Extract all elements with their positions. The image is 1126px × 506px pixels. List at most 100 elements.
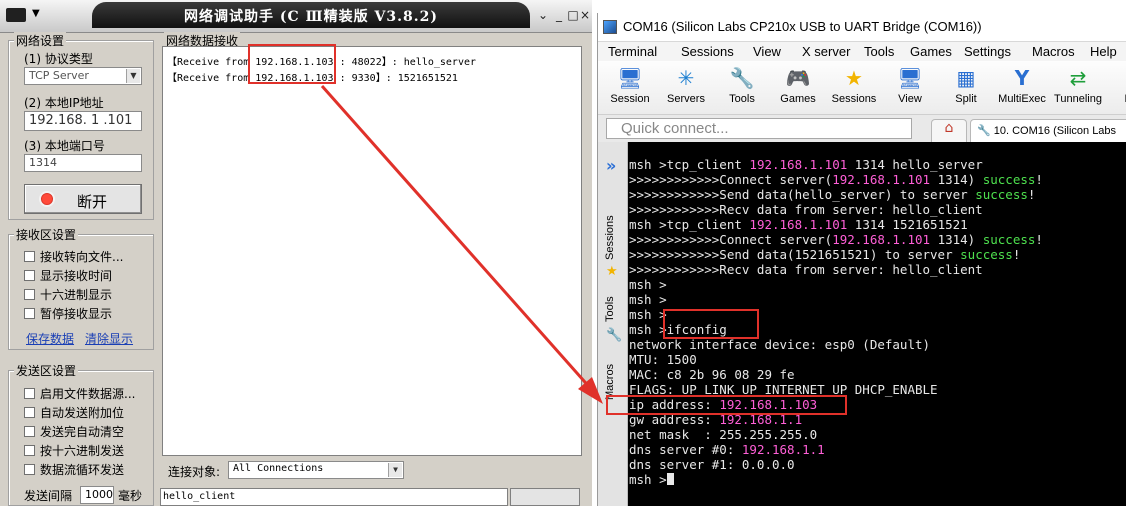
toolbar-games-button[interactable]: 🎮 Games: [769, 65, 827, 105]
local-port-field[interactable]: 1314: [24, 154, 142, 172]
terminal-line: MTU: 1500: [629, 352, 1126, 367]
menu-games[interactable]: Games: [910, 44, 952, 59]
view-icon: 🖥: [897, 66, 923, 90]
terminal-text: msh >: [629, 277, 667, 292]
receive-option-show-time[interactable]: 显示接收时间: [24, 267, 112, 284]
menu-settings[interactable]: Settings: [964, 44, 1011, 59]
menu-bar: Terminal Sessions View X server Tools Ga…: [598, 41, 1126, 61]
disconnect-button[interactable]: 断开: [24, 184, 142, 214]
side-tab-sessions[interactable]: Sessions: [604, 215, 616, 260]
clear-display-link[interactable]: 清除显示: [85, 330, 133, 347]
option-label: 自动发送附加位: [40, 406, 125, 420]
menu-x-server[interactable]: X server: [802, 44, 850, 59]
toolbar-label: Games: [780, 93, 816, 105]
packages-icon: ▣: [1121, 65, 1126, 91]
tools-icon: 🔧: [606, 328, 623, 343]
menu-tools[interactable]: Tools: [864, 44, 894, 59]
menu-help[interactable]: Help: [1090, 44, 1117, 59]
receive-option-pause[interactable]: 暂停接收显示: [24, 305, 112, 322]
highlight-ifconfig: [663, 309, 759, 339]
chevron-down-icon[interactable]: ▼: [388, 463, 402, 477]
local-ip-label: (2) 本地IP地址: [24, 96, 104, 110]
tab-com16[interactable]: 🔧 10. COM16 (Silicon Labs: [970, 119, 1126, 142]
servers-icon: ✳: [677, 66, 695, 90]
terminal-line: msh >tcp_client 192.168.1.101 1314 15216…: [629, 217, 1126, 232]
toolbar-split-button[interactable]: ▦ Split: [937, 65, 995, 105]
checkbox[interactable]: [24, 426, 35, 437]
checkbox[interactable]: [24, 270, 35, 281]
checkbox[interactable]: [24, 308, 35, 319]
checkbox[interactable]: [24, 289, 35, 300]
chevron-right-icon[interactable]: »: [606, 156, 616, 175]
collapse-icon[interactable]: ⌄: [536, 8, 550, 22]
toolbar-tunneling-button[interactable]: ⇄ Tunneling: [1049, 65, 1107, 105]
receive-prefix: 【Receive from: [167, 57, 256, 68]
send-interval-field[interactable]: 1000: [80, 486, 114, 504]
menu-view[interactable]: View: [753, 44, 781, 59]
receive-option-hex[interactable]: 十六进制显示: [24, 286, 112, 303]
terminal-text: >>>>>>>>>>>>Recv data from server: hello…: [629, 262, 983, 277]
send-option-append[interactable]: 自动发送附加位: [24, 404, 124, 421]
chevron-down-icon[interactable]: ▼: [126, 69, 140, 83]
terminal-text: msh >tcp_client: [629, 217, 750, 232]
terminal-ip-text: 192.168.1.1: [741, 442, 825, 457]
terminal-text: 1314 1521651521: [847, 217, 968, 232]
checkbox[interactable]: [24, 445, 35, 456]
terminal-ip-text: 192.168.1.101: [749, 157, 848, 172]
terminal-text: net mask : 255.255.255.0: [629, 427, 818, 442]
protocol-select[interactable]: TCP Server ▼: [24, 67, 142, 85]
receive-settings-title: 接收区设置: [14, 226, 79, 243]
quick-connect-input[interactable]: Quick connect...: [606, 118, 912, 139]
send-option-auto-clear[interactable]: 发送完自动清空: [24, 423, 124, 440]
terminal-line: dns server #1: 0.0.0.0: [629, 457, 1126, 472]
app-icon[interactable]: [6, 8, 26, 22]
toolbar-multiexec-button[interactable]: Y MultiExec: [993, 65, 1051, 105]
menu-macros[interactable]: Macros: [1032, 44, 1075, 59]
toolbar-packages-button[interactable]: ▣ Pac: [1105, 65, 1126, 105]
network-settings-title: 网络设置: [14, 32, 67, 49]
minimize-icon[interactable]: _: [552, 8, 566, 22]
side-tab-tools[interactable]: Tools: [604, 296, 616, 322]
toolbar-label: MultiExec: [998, 93, 1046, 105]
terminal-success-text: success: [975, 187, 1028, 202]
toolbar-sessions-button[interactable]: ★ Sessions: [825, 65, 883, 105]
terminal-line: MAC: c8 2b 96 08 29 fe: [629, 367, 1126, 382]
local-ip-field[interactable]: 192.168. 1 .101: [24, 111, 142, 131]
protocol-label: (1) 协议类型: [24, 52, 93, 66]
toolbar-view-button[interactable]: 🖥 View: [881, 65, 939, 105]
menu-sessions[interactable]: Sessions: [681, 44, 734, 59]
terminal-ip-text: 192.168.1.101: [832, 232, 931, 247]
close-icon[interactable]: ×: [578, 8, 592, 22]
home-tab[interactable]: ⌂: [931, 119, 967, 142]
send-option-file-source[interactable]: 启用文件数据源...: [24, 385, 135, 402]
checkbox[interactable]: [24, 251, 35, 262]
toolbar-tools-button[interactable]: 🔧 Tools: [713, 65, 771, 105]
chevron-down-icon[interactable]: ▼: [32, 8, 40, 19]
terminal-text: >>>>>>>>>>>>Connect server(: [629, 172, 833, 187]
send-option-loop[interactable]: 数据流循环发送: [24, 461, 124, 478]
terminal-line: msh >tcp_client 192.168.1.101 1314 hello…: [629, 157, 1126, 172]
terminal-line: msh >: [629, 277, 1126, 292]
send-button[interactable]: [510, 488, 580, 506]
toolbar-session-button[interactable]: 🖥 Session: [601, 65, 659, 105]
toolbar: 🖥 Session ✳ Servers 🔧 Tools 🎮 Games ★ Se…: [598, 61, 1126, 115]
save-data-link[interactable]: 保存数据: [26, 330, 74, 347]
connection-select[interactable]: All Connections ▼: [228, 461, 404, 479]
tunneling-icon: ⇄: [1069, 66, 1087, 90]
send-text-area[interactable]: hello_client: [160, 488, 508, 506]
terminal-text: !: [1012, 247, 1021, 262]
app-icon[interactable]: [603, 20, 617, 34]
terminal-success-text: success: [982, 172, 1036, 187]
toolbar-servers-button[interactable]: ✳ Servers: [657, 65, 715, 105]
checkbox[interactable]: [24, 388, 35, 399]
menu-terminal[interactable]: Terminal: [608, 44, 657, 59]
checkbox[interactable]: [24, 464, 35, 475]
terminal-text: 1314): [930, 172, 983, 187]
terminal-line: msh >: [629, 472, 1126, 487]
monitor-icon: 🖥: [617, 66, 643, 90]
receive-option-to-file[interactable]: 接收转向文件...: [24, 248, 123, 265]
send-option-hex[interactable]: 按十六进制发送: [24, 442, 124, 459]
checkbox[interactable]: [24, 407, 35, 418]
receive-text-area[interactable]: 【Receive from 192.168.1.103 : 48022】: he…: [162, 46, 582, 456]
toolbar-label: Session: [610, 93, 650, 105]
